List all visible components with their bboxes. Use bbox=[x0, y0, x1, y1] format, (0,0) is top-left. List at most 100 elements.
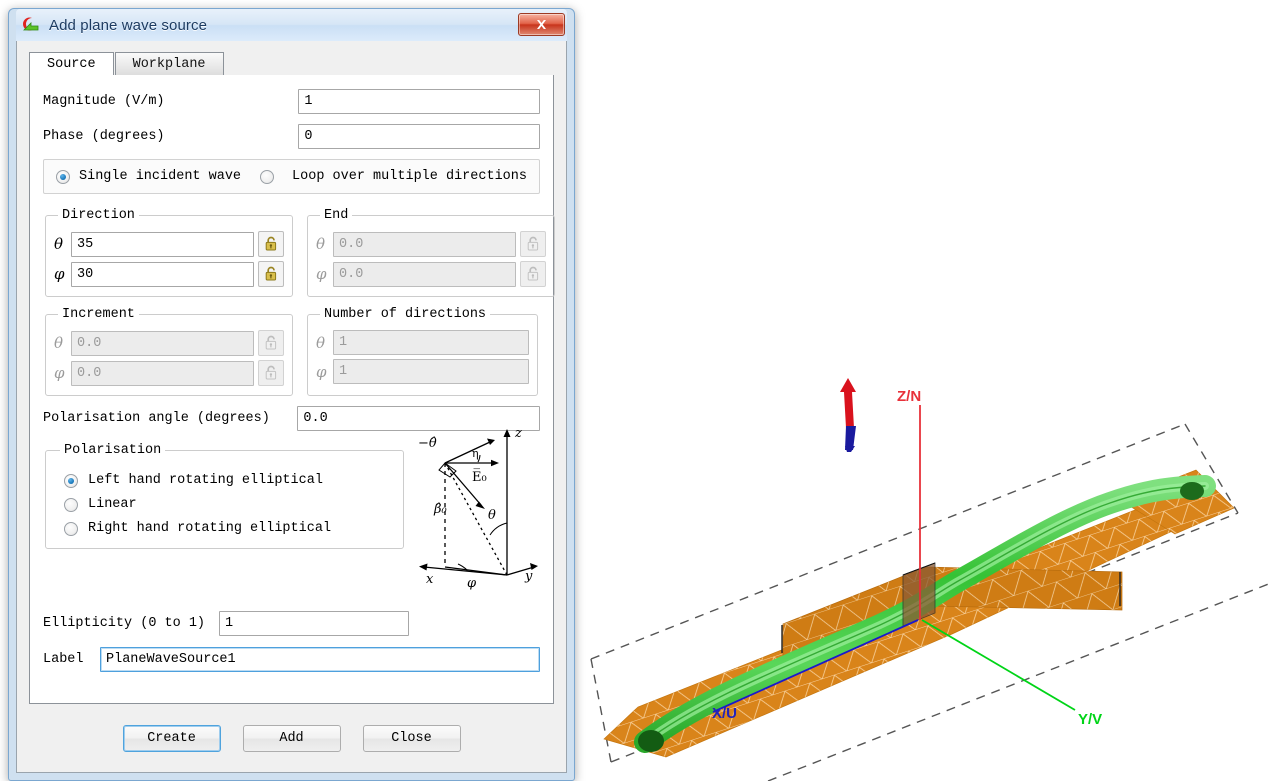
radio-single-incident-wave[interactable] bbox=[56, 169, 70, 184]
app-icon bbox=[21, 15, 41, 35]
polarisation-angle-label: Polarisation angle (degrees) bbox=[43, 411, 270, 426]
close-button-label: Close bbox=[391, 731, 432, 746]
numdir-theta-row: θ bbox=[316, 330, 529, 355]
radio-left-hand-rotating-elliptical[interactable] bbox=[64, 473, 78, 488]
radio-right-hand-rotating-elliptical[interactable] bbox=[64, 521, 78, 536]
tab-source[interactable]: Source bbox=[29, 52, 114, 77]
figure-label-phi: φ bbox=[467, 576, 477, 590]
axis-y: Y/V bbox=[921, 619, 1102, 728]
theta-symbol: θ bbox=[316, 235, 326, 253]
end-theta-row: θ bbox=[316, 231, 546, 257]
label-field-label: Label bbox=[43, 652, 84, 667]
dialog-titlebar[interactable]: Add plane wave source bbox=[16, 9, 567, 41]
wave-mode-group: Single incident wave Loop over multiple … bbox=[43, 159, 540, 194]
unlock-icon[interactable] bbox=[258, 261, 284, 287]
source-tab-page: Magnitude (V/m) Phase (degrees) Single i… bbox=[29, 75, 555, 704]
increment-numdir-row: Increment θ 0.0 φ 0.0 Number of directio… bbox=[43, 307, 540, 396]
direction-legend: Direction bbox=[62, 208, 135, 223]
ellipticity-row: Ellipticity (0 to 1) bbox=[43, 611, 540, 636]
radio-left-hand-rotating-elliptical-row: Left hand rotating elliptical bbox=[64, 473, 393, 488]
direction-end-row: Direction θ 35 φ 30 End θ 0.0 φ 0.0 bbox=[43, 208, 555, 297]
unlock-icon bbox=[520, 261, 546, 287]
dialog-button-bar: Create Add Close bbox=[17, 725, 566, 752]
direction-phi-input[interactable] bbox=[71, 261, 254, 287]
increment-phi-input bbox=[71, 360, 254, 386]
magnitude-input[interactable] bbox=[298, 89, 540, 114]
add-button[interactable]: Add bbox=[242, 725, 341, 752]
increment-phi-row: φ bbox=[54, 360, 284, 386]
figure-label-beta-hat: β̂₀ bbox=[433, 502, 448, 517]
tabstrip: Source Workplane bbox=[29, 52, 554, 77]
unlock-icon bbox=[520, 231, 546, 257]
theta-symbol: θ bbox=[316, 333, 326, 352]
unlock-icon[interactable] bbox=[258, 231, 284, 257]
add-plane-wave-source-dialog: Add plane wave source Source Workplane M… bbox=[8, 8, 575, 781]
direction-theta-input[interactable] bbox=[71, 231, 254, 257]
radio-left-hand-rotating-elliptical-label: Left hand rotating elliptical bbox=[88, 473, 323, 488]
polarisation-section: Polarisation Left hand rotating elliptic… bbox=[43, 426, 540, 595]
axis-label-z: Z/N bbox=[897, 388, 921, 405]
theta-symbol: θ bbox=[54, 235, 64, 253]
tab-workplane[interactable]: Workplane bbox=[114, 52, 224, 76]
radio-linear-row: Linear bbox=[64, 497, 393, 512]
label-input[interactable] bbox=[100, 647, 540, 672]
ellipticity-input[interactable] bbox=[219, 611, 409, 636]
create-button[interactable]: Create bbox=[122, 725, 221, 752]
axis-label-y: Y/V bbox=[1078, 711, 1102, 728]
figure-label-z: z bbox=[514, 426, 522, 441]
radio-loop-over-multiple-directions-label: Loop over multiple directions bbox=[292, 169, 527, 184]
increment-theta-row: θ bbox=[54, 330, 284, 356]
radio-right-hand-rotating-elliptical-row: Right hand rotating elliptical bbox=[64, 521, 393, 536]
radio-right-hand-rotating-elliptical-label: Right hand rotating elliptical bbox=[88, 521, 332, 536]
number-of-directions-group: Number of directions θ φ bbox=[307, 307, 538, 396]
magnitude-row: Magnitude (V/m) bbox=[43, 89, 540, 114]
dialog-client-area: Source Workplane Magnitude (V/m) Phase (… bbox=[16, 41, 567, 773]
end-theta-input bbox=[333, 231, 516, 257]
tab-workplane-label: Workplane bbox=[132, 57, 206, 72]
polarisation-axes-figure: −θ̂ η E̅₀ β̂₀ θ x φ y z bbox=[412, 415, 540, 595]
radio-loop-over-multiple-directions[interactable] bbox=[260, 169, 275, 184]
phase-row: Phase (degrees) bbox=[43, 124, 540, 149]
radio-linear-label: Linear bbox=[88, 497, 137, 512]
numdir-theta-input bbox=[333, 330, 529, 355]
ellipticity-label: Ellipticity (0 to 1) bbox=[43, 616, 206, 631]
end-phi-row: φ bbox=[316, 261, 546, 287]
phi-symbol: φ bbox=[54, 364, 65, 382]
direction-phi-row: φ bbox=[54, 261, 284, 287]
phi-symbol: φ bbox=[316, 362, 327, 381]
magnitude-label: Magnitude (V/m) bbox=[43, 94, 165, 109]
axis-label-x: X/U bbox=[712, 705, 737, 722]
figure-label-x: x bbox=[426, 572, 434, 587]
phase-label: Phase (degrees) bbox=[43, 129, 165, 144]
end-group: End θ 0.0 φ 0.0 bbox=[307, 208, 555, 297]
close-button[interactable]: Close bbox=[362, 725, 461, 752]
unlock-icon bbox=[258, 360, 284, 386]
figure-label-eta: η bbox=[472, 447, 479, 460]
increment-group: Increment θ 0.0 φ 0.0 bbox=[45, 307, 293, 396]
incident-wave-arrow bbox=[840, 378, 856, 452]
numdir-phi-row: φ bbox=[316, 359, 529, 384]
direction-group: Direction θ 35 φ 30 bbox=[45, 208, 293, 297]
figure-label-minus-theta-hat: −θ̂ bbox=[418, 436, 437, 451]
increment-theta-input bbox=[71, 330, 254, 356]
phi-symbol: φ bbox=[54, 265, 65, 283]
end-phi-input bbox=[333, 261, 516, 287]
dialog-title: Add plane wave source bbox=[49, 16, 208, 34]
figure-label-y: y bbox=[524, 569, 533, 584]
unlock-icon bbox=[258, 330, 284, 356]
add-button-label: Add bbox=[279, 731, 304, 746]
phi-symbol: φ bbox=[316, 265, 327, 283]
label-row: Label bbox=[43, 647, 540, 672]
radio-linear[interactable] bbox=[64, 497, 78, 512]
direction-theta-row: θ bbox=[54, 231, 284, 257]
phase-input[interactable] bbox=[298, 124, 540, 149]
end-legend: End bbox=[324, 208, 349, 223]
close-icon[interactable] bbox=[518, 13, 565, 36]
number-of-directions-legend: Number of directions bbox=[324, 307, 487, 322]
figure-label-e0: E̅₀ bbox=[472, 469, 487, 485]
polarisation-legend: Polarisation bbox=[64, 443, 162, 458]
polarisation-group: Polarisation Left hand rotating elliptic… bbox=[45, 443, 404, 549]
radio-single-incident-wave-label: Single incident wave bbox=[79, 169, 242, 184]
figure-label-theta: θ bbox=[488, 508, 496, 523]
theta-symbol: θ bbox=[54, 334, 64, 352]
